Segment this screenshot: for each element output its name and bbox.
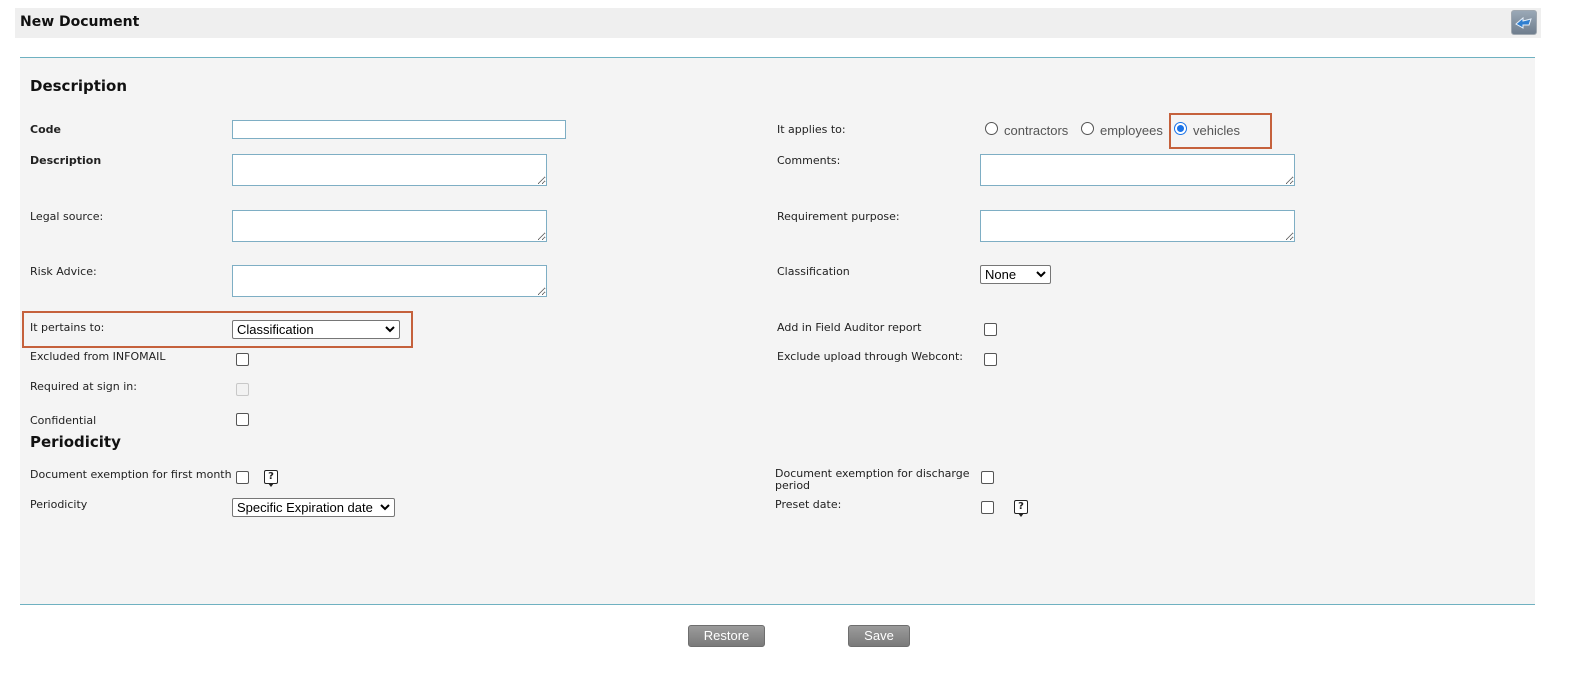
radio-employees[interactable] xyxy=(1081,122,1094,135)
description-section-title: Description xyxy=(30,77,128,95)
periodicity-label: Periodicity xyxy=(30,498,88,511)
legal-source-label: Legal source: xyxy=(30,210,104,223)
applies-label: It applies to: xyxy=(777,123,846,136)
comments-textarea[interactable] xyxy=(980,154,1295,186)
chevron-down-icon xyxy=(380,504,390,511)
excluded-infomail-checkbox[interactable] xyxy=(236,353,249,366)
legal-source-textarea[interactable] xyxy=(232,210,547,242)
radio-employees-label[interactable]: employees xyxy=(1100,123,1163,138)
confidential-checkbox[interactable] xyxy=(236,413,249,426)
preset-date-label: Preset date: xyxy=(775,498,842,511)
radio-vehicles[interactable] xyxy=(1174,122,1187,135)
field-auditor-label: Add in Field Auditor report xyxy=(777,321,922,334)
confidential-label: Confidential xyxy=(30,414,97,427)
periodicity-select-value: Specific Expiration date xyxy=(237,500,373,515)
requirement-purpose-textarea[interactable] xyxy=(980,210,1295,242)
chevron-down-icon xyxy=(385,326,395,333)
excluded-infomail-label: Excluded from INFOMAIL xyxy=(30,350,166,363)
exemption-first-month-label: Document exemption for first month xyxy=(30,468,232,481)
restore-button[interactable]: Restore xyxy=(688,625,765,647)
risk-advice-label: Risk Advice: xyxy=(30,265,97,278)
classification-select-value: None xyxy=(985,267,1017,282)
question-mark-icon[interactable]: ? xyxy=(264,470,278,487)
exclude-webcont-label: Exclude upload through Webcont: xyxy=(777,350,964,363)
periodicity-section-title: Periodicity xyxy=(30,433,121,451)
exemption-discharge-checkbox[interactable] xyxy=(981,471,994,484)
risk-advice-textarea[interactable] xyxy=(232,265,547,297)
code-input[interactable] xyxy=(232,120,566,139)
save-button[interactable]: Save xyxy=(848,625,910,647)
pertains-select-value: Classification xyxy=(237,322,314,337)
required-signin-checkbox xyxy=(236,383,249,396)
exclude-webcont-checkbox[interactable] xyxy=(984,353,997,366)
classification-label: Classification xyxy=(777,265,850,278)
pertains-label: It pertains to: xyxy=(30,321,105,334)
pertains-select[interactable]: Classification xyxy=(232,320,400,339)
title-bar: New Document xyxy=(15,8,1541,38)
document-form-panel: Description Code Description Legal sourc… xyxy=(20,57,1535,605)
preset-date-checkbox[interactable] xyxy=(981,501,994,514)
requirement-purpose-label: Requirement purpose: xyxy=(777,210,900,223)
page-title: New Document xyxy=(20,14,140,30)
question-mark-icon[interactable]: ? xyxy=(1014,500,1028,517)
back-button[interactable] xyxy=(1511,10,1537,35)
comments-label: Comments: xyxy=(777,154,841,167)
exemption-first-month-checkbox[interactable] xyxy=(236,471,249,484)
required-signin-label: Required at sign in: xyxy=(30,380,137,393)
description-label: Description xyxy=(30,154,102,167)
radio-vehicles-label[interactable]: vehicles xyxy=(1193,123,1240,138)
periodicity-select[interactable]: Specific Expiration date xyxy=(232,498,395,517)
field-auditor-checkbox[interactable] xyxy=(984,323,997,336)
classification-select[interactable]: None xyxy=(980,265,1051,284)
code-label: Code xyxy=(30,123,61,136)
description-textarea[interactable] xyxy=(232,154,547,186)
chevron-down-icon xyxy=(1036,271,1046,278)
radio-contractors-label[interactable]: contractors xyxy=(1004,123,1068,138)
back-arrow-icon xyxy=(1515,16,1532,29)
radio-contractors[interactable] xyxy=(985,122,998,135)
exemption-discharge-label: Document exemption for discharge period xyxy=(775,467,970,492)
